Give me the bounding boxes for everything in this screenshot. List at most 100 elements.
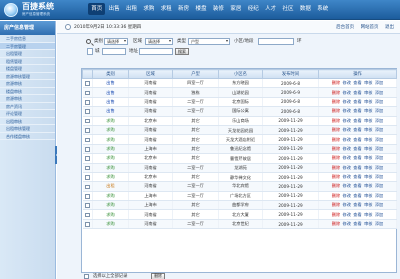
community-input[interactable] [258,38,294,45]
add-link[interactable]: 添加 [375,118,383,123]
audit-link[interactable]: 审核 [364,90,372,95]
sidebar-item[interactable]: 租赁管理 [0,58,55,65]
audit-link[interactable]: 审核 [364,80,372,85]
sidebar-item[interactable]: 楼盘管理 [0,65,55,73]
add-link[interactable]: 添加 [375,137,383,142]
view-link[interactable]: 查看 [353,221,361,226]
nav-item[interactable]: 楼盘 [192,3,209,15]
audit-link[interactable]: 审核 [364,165,372,170]
edit-link[interactable]: 修改 [343,221,351,226]
city-input[interactable] [87,48,93,55]
row-name[interactable]: 国际公寓 [218,106,263,117]
audit-link[interactable]: 审核 [364,127,372,132]
delete-link[interactable]: 删除 [332,127,340,132]
add-link[interactable]: 添加 [375,193,383,198]
add-link[interactable]: 添加 [375,99,383,104]
type-select[interactable]: 请选择 [104,38,128,45]
category-select[interactable]: 户型 [188,38,230,45]
edit-link[interactable]: 修改 [343,118,351,123]
city-detail-input[interactable] [102,48,126,55]
district-select[interactable]: 请选择 [145,38,173,45]
delete-link[interactable]: 删除 [332,99,340,104]
sidebar-item[interactable]: 房产资讯 [0,103,55,110]
edit-link[interactable]: 修改 [343,90,351,95]
row-checkbox[interactable] [85,194,90,199]
row-checkbox[interactable] [85,118,90,124]
row-name[interactable]: 天龙大酒店附近 [218,134,263,145]
row-name[interactable]: 北方大厦 [218,209,263,220]
audit-link[interactable]: 审核 [364,108,372,113]
nav-item[interactable]: 出租 [123,3,140,15]
view-link[interactable]: 查看 [353,99,361,104]
audit-link[interactable]: 审核 [364,155,372,160]
sidebar-item[interactable]: 房源审核管理 [0,73,55,80]
row-name[interactable]: 曲都学府 [218,200,263,211]
view-link[interactable]: 查看 [353,127,361,132]
row-name[interactable]: 东方晓园 [218,78,263,89]
row-checkbox[interactable] [85,222,90,227]
sidebar-item[interactable]: 出租审核 [0,118,55,125]
view-link[interactable]: 查看 [353,108,361,113]
row-checkbox[interactable] [85,109,90,114]
sidebar-item[interactable]: 合作楼盘审核 [0,133,55,140]
delete-link[interactable]: 删除 [332,221,340,226]
delete-link[interactable]: 删除 [332,108,340,113]
row-name[interactable]: 鲁迅纪念馆 [218,144,263,155]
edit-link[interactable]: 修改 [343,127,351,132]
delete-link[interactable]: 删除 [332,137,340,142]
delete-link[interactable]: 删除 [332,155,340,160]
edit-link[interactable]: 修改 [343,193,351,198]
sidebar-item[interactable]: 二手房管理 [0,42,55,50]
delete-selected-button[interactable]: 删除 [151,273,165,279]
view-link[interactable]: 查看 [353,137,361,142]
row-checkbox[interactable] [85,156,90,161]
sidebar-item[interactable]: 房源审核 [0,80,55,88]
nav-item[interactable]: 首页 [88,3,106,15]
row-name[interactable]: 曹雪芹故居 [218,153,263,164]
address-input[interactable] [139,48,173,55]
row-checkbox[interactable] [85,128,90,133]
nav-item[interactable]: 经纪 [245,3,262,15]
view-link[interactable]: 查看 [353,193,361,198]
row-checkbox[interactable] [85,165,90,171]
add-link[interactable]: 添加 [375,212,383,217]
row-checkbox[interactable] [85,203,90,208]
nav-item[interactable]: 求租 [158,3,175,15]
edit-link[interactable]: 修改 [343,155,351,160]
row-name[interactable]: 北京国际 [218,97,263,108]
edit-link[interactable]: 修改 [343,212,351,217]
edit-link[interactable]: 修改 [343,174,351,179]
admin-home-link[interactable]: 后台首页 [336,25,354,30]
edit-link[interactable]: 修改 [343,165,351,170]
audit-link[interactable]: 审核 [364,174,372,179]
nav-item[interactable]: 家居 [227,3,244,15]
delete-link[interactable]: 删除 [332,146,340,151]
sidebar-item[interactable]: 二手房信息 [0,35,55,43]
row-checkbox[interactable] [85,81,90,86]
add-link[interactable]: 添加 [375,80,383,85]
sidebar-item[interactable]: 楼盘审核 [0,88,55,95]
audit-link[interactable]: 审核 [364,202,372,207]
view-link[interactable]: 查看 [353,183,361,188]
audit-link[interactable]: 审核 [364,193,372,198]
delete-link[interactable]: 删除 [332,183,340,188]
add-link[interactable]: 添加 [375,165,383,170]
view-link[interactable]: 查看 [353,212,361,217]
delete-link[interactable]: 删除 [332,193,340,198]
edit-link[interactable]: 修改 [343,137,351,142]
edit-link[interactable]: 修改 [343,183,351,188]
audit-link[interactable]: 审核 [364,221,372,226]
edit-link[interactable]: 修改 [343,99,351,104]
add-link[interactable]: 添加 [375,183,383,188]
view-link[interactable]: 查看 [353,155,361,160]
audit-link[interactable]: 审核 [364,118,372,123]
edit-link[interactable]: 修改 [343,80,351,85]
add-link[interactable]: 添加 [375,146,383,151]
delete-link[interactable]: 删除 [332,212,340,217]
add-link[interactable]: 添加 [375,155,383,160]
add-link[interactable]: 添加 [375,108,383,113]
logout-link[interactable]: 退出 [385,25,394,30]
sidebar-item[interactable]: 出租管理 [0,50,55,58]
row-checkbox[interactable] [85,212,90,218]
nav-item[interactable]: 求购 [140,3,157,15]
